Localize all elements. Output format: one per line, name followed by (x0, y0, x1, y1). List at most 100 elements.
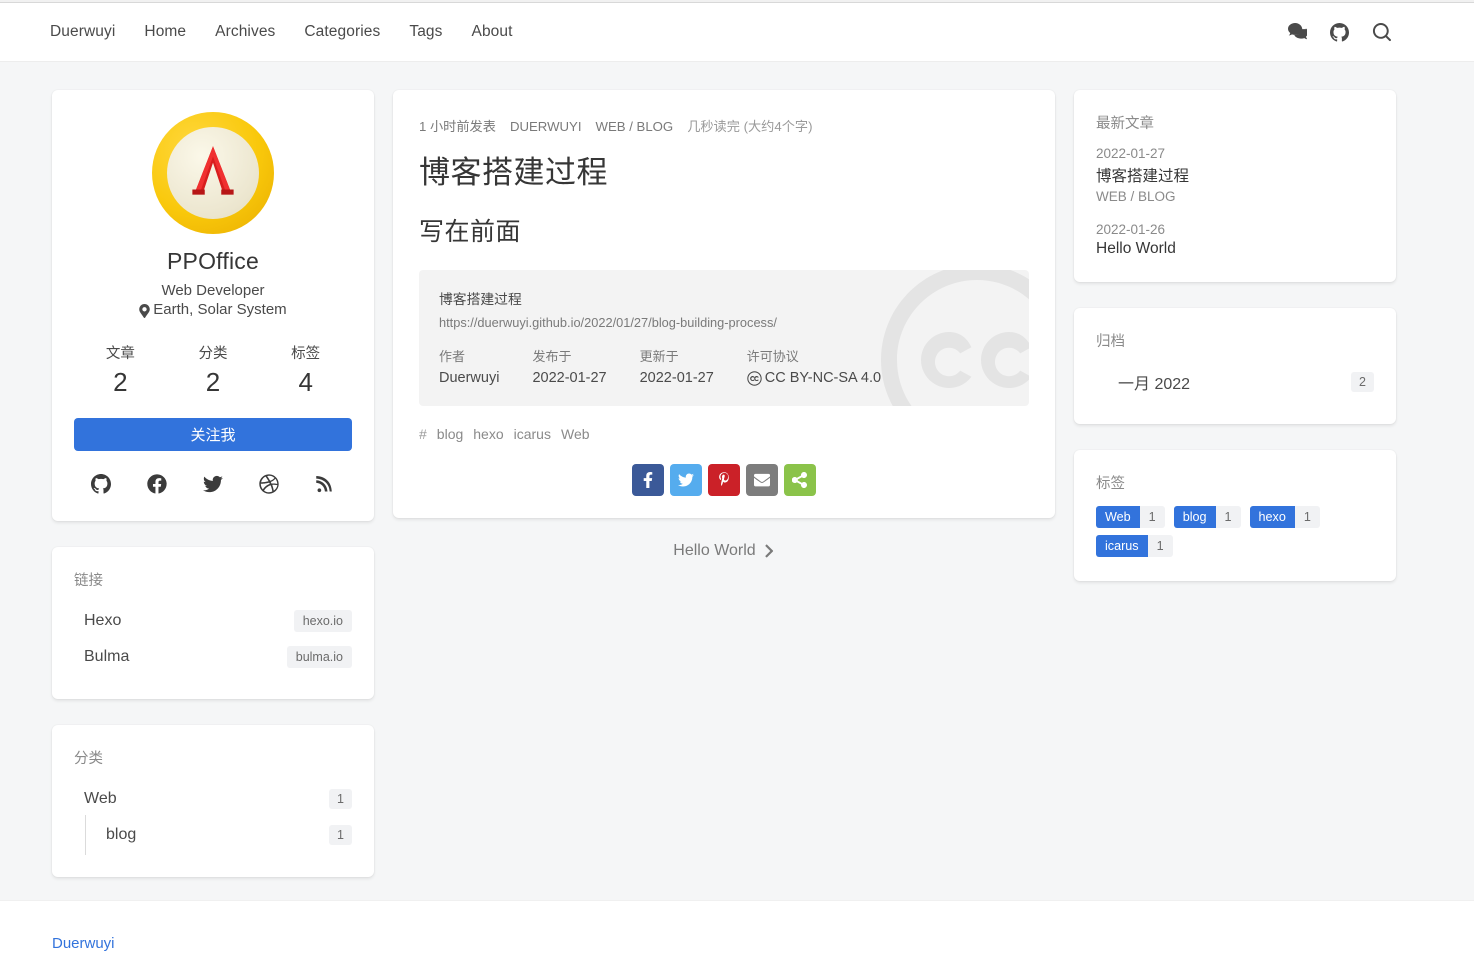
recent-post-date: 2022-01-27 (1096, 146, 1166, 161)
article-author[interactable]: DUERWUYI (510, 119, 582, 134)
nav-item-tags[interactable]: Tags (407, 17, 444, 47)
license-value: CC BY-NC-SA 4.0 (764, 370, 882, 386)
stat-categories-value: 2 (205, 367, 221, 397)
more-share-button[interactable] (784, 464, 816, 496)
nav-item-archives[interactable]: Archives (213, 17, 277, 47)
tag-chip-count: 1 (1294, 506, 1320, 528)
footer-brand[interactable]: Duerwuyi (52, 935, 115, 952)
article-tag[interactable]: hexo (473, 426, 503, 442)
license-post-url: https://duerwuyi.github.io/2022/01/27/bl… (439, 315, 777, 330)
profile-name: PPOffice (167, 248, 259, 274)
license-field-license: 许可协议 CC BY-NC-SA 4.0 (747, 346, 881, 386)
tag-chip-web[interactable]: Web 1 (1096, 506, 1165, 528)
facebook-icon[interactable] (146, 473, 168, 495)
recent-post-categories: WEB / BLOG (1096, 189, 1176, 204)
license-value: 2022-01-27 (532, 370, 607, 386)
stat-categories[interactable]: 分类 2 (167, 342, 260, 398)
recent-post-item[interactable]: 2022-01-26 Hello World (1096, 222, 1374, 258)
article-card: 1 小时前发表 DUERWUYI WEB / BLOG 几秒读完 (大约4个字)… (393, 90, 1055, 518)
archive-row[interactable]: 一月 2022 2 (1096, 364, 1374, 400)
category-name[interactable]: Web (84, 790, 117, 808)
tag-chip-hexo[interactable]: hexo 1 (1249, 506, 1320, 528)
recent-posts-title: 最新文章 (1096, 116, 1154, 132)
nav-item-about[interactable]: About (470, 17, 515, 47)
category-row-blog[interactable]: blog 1 (74, 815, 352, 855)
stat-tags-value: 4 (298, 367, 313, 397)
stat-tags[interactable]: 标签 4 (259, 342, 352, 398)
main-column: 1 小时前发表 DUERWUYI WEB / BLOG 几秒读完 (大约4个字)… (393, 90, 1055, 560)
link-name[interactable]: Hexo (84, 612, 121, 630)
post-navigation: Hello World (393, 542, 1055, 560)
license-field-author: 作者 Duerwuyi (439, 346, 499, 386)
profile-card: PPOffice Web Developer Earth, Solar Syst… (52, 90, 374, 521)
link-name[interactable]: Bulma (84, 648, 129, 666)
tags-widget: 标签 Web 1 blog 1 hexo 1 icarus 1 (1074, 450, 1396, 581)
creative-commons-icon (747, 370, 762, 386)
github-icon[interactable] (90, 473, 112, 495)
next-post-link[interactable]: Hello World (673, 542, 774, 560)
article-categories[interactable]: WEB / BLOG (596, 119, 674, 134)
map-pin-icon (139, 303, 151, 318)
nav-item-categories[interactable]: Categories (302, 17, 382, 47)
left-sidebar: PPOffice Web Developer Earth, Solar Syst… (52, 90, 374, 877)
license-field-updated: 更新于 2022-01-27 (640, 346, 714, 386)
follow-button[interactable]: 关注我 (74, 418, 352, 451)
avatar (152, 112, 274, 234)
article-tag[interactable]: icarus (514, 426, 551, 442)
pinterest-share-button[interactable] (708, 464, 740, 496)
email-share-button[interactable] (746, 464, 778, 496)
tag-chip-label: icarus (1096, 535, 1148, 557)
link-url-label: hexo.io (293, 610, 352, 632)
tag-chip-icarus[interactable]: icarus 1 (1096, 535, 1173, 557)
tag-chip-blog[interactable]: blog 1 (1173, 506, 1241, 528)
page-columns: PPOffice Web Developer Earth, Solar Syst… (0, 62, 1474, 877)
browser-viewport: Duerwuyi Home Archives Categories Tags A… (0, 0, 1474, 973)
twitter-share-button[interactable] (670, 464, 702, 496)
stat-posts-value: 2 (113, 367, 128, 397)
license-fields: 作者 Duerwuyi 发布于 2022-01-27 更新于 2022-01-2… (439, 346, 1009, 386)
twitter-icon[interactable] (202, 473, 224, 495)
tag-chip-label: blog (1173, 506, 1216, 528)
archive-name[interactable]: 一月 2022 (1118, 370, 1190, 394)
category-name[interactable]: blog (106, 826, 136, 844)
profile-location: Earth, Solar System (74, 301, 352, 318)
license-value: 2022-01-27 (639, 370, 714, 386)
article-read-time: 几秒读完 (大约4个字) (687, 119, 813, 134)
stat-categories-label: 分类 (198, 346, 228, 362)
recent-post-item[interactable]: 2022-01-27 博客搭建过程 WEB / BLOG (1096, 146, 1374, 204)
category-row-web[interactable]: Web 1 (74, 781, 352, 817)
nav-item-home[interactable]: Home (142, 17, 188, 47)
share-buttons (419, 464, 1029, 496)
avatar-inner (167, 127, 259, 219)
recent-posts-widget: 最新文章 2022-01-27 博客搭建过程 WEB / BLOG 2022-0… (1074, 90, 1396, 282)
facebook-share-button[interactable] (632, 464, 664, 496)
search-icon[interactable] (1370, 21, 1392, 43)
archives-widget-title: 归档 (1096, 334, 1125, 350)
article-tag[interactable]: Web (561, 426, 590, 442)
archives-widget: 归档 一月 2022 2 (1074, 308, 1396, 424)
dribbble-icon[interactable] (258, 473, 280, 495)
rss-icon[interactable] (314, 473, 336, 495)
comments-icon[interactable] (1286, 21, 1308, 43)
stat-posts-label: 文章 (105, 346, 135, 362)
tag-chip-count: 1 (1215, 506, 1241, 528)
recent-post-date: 2022-01-26 (1096, 222, 1166, 237)
article-tag-list: # blog hexo icarus Web (419, 426, 1029, 442)
github-icon[interactable] (1328, 21, 1350, 43)
navbar-brand[interactable]: Duerwuyi (48, 17, 117, 47)
tag-chip-count: 1 (1147, 535, 1173, 557)
stat-posts[interactable]: 文章 2 (74, 342, 167, 398)
category-count: 1 (329, 789, 352, 809)
license-value: Duerwuyi (439, 370, 500, 386)
archive-count: 2 (1351, 372, 1374, 392)
recent-post-title[interactable]: Hello World (1096, 240, 1374, 258)
tags-widget-title: 标签 (1096, 476, 1125, 492)
right-sidebar: 最新文章 2022-01-27 博客搭建过程 WEB / BLOG 2022-0… (1074, 90, 1396, 581)
article-tag[interactable]: blog (437, 426, 463, 442)
article-heading: 写在前面 (419, 218, 522, 246)
link-row[interactable]: Hexo hexo.io (74, 603, 352, 639)
profile-role: Web Developer (161, 282, 265, 299)
link-row[interactable]: Bulma bulma.io (74, 639, 352, 675)
recent-post-title[interactable]: 博客搭建过程 (1096, 164, 1374, 186)
profile-stats: 文章 2 分类 2 标签 4 (74, 342, 352, 398)
